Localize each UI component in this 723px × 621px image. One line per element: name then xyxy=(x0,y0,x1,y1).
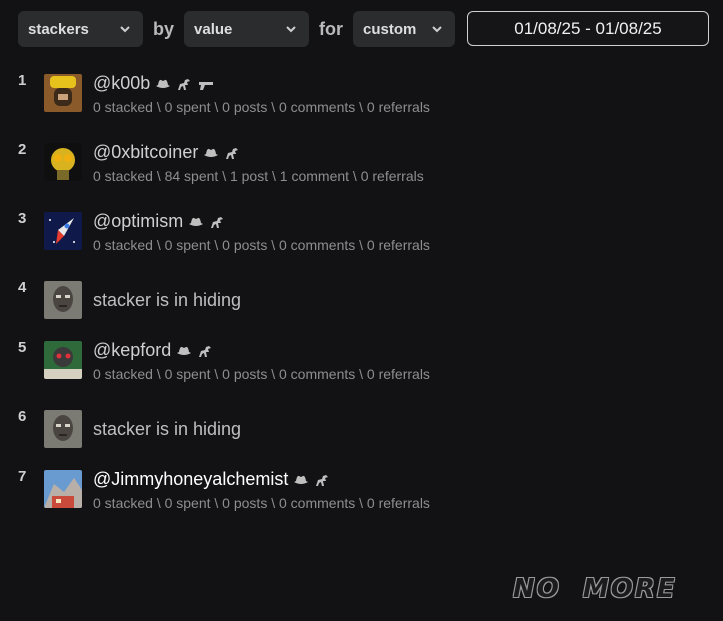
cowboy-hat-icon xyxy=(177,346,192,355)
username-link[interactable]: @0xbitcoiner xyxy=(93,142,240,163)
rank-number: 1 xyxy=(18,72,27,89)
user-stats: 0 stacked \ 84 spent \ 1 post \ 1 commen… xyxy=(93,168,424,184)
rank-number: 3 xyxy=(18,210,27,227)
horse-icon xyxy=(199,345,212,357)
rank-number: 6 xyxy=(18,408,27,425)
rank-number: 5 xyxy=(18,339,27,356)
horse-icon xyxy=(178,78,191,90)
username: @optimism xyxy=(93,211,184,231)
hidden-stacker-text: stacker is in hiding xyxy=(93,290,242,310)
period-select[interactable]: custom xyxy=(353,11,456,47)
avatar[interactable] xyxy=(44,470,82,508)
rank-number: 7 xyxy=(18,468,27,485)
username: @Jimmyhoneyalchemist xyxy=(93,469,289,489)
cowboy-hat-icon xyxy=(294,475,309,484)
user-stats: 0 stacked \ 0 spent \ 0 posts \ 0 commen… xyxy=(93,237,430,253)
avatar[interactable] xyxy=(44,74,82,112)
hidden-stacker-text: stacker is in hiding xyxy=(93,419,242,439)
username: @0xbitcoiner xyxy=(93,142,199,162)
horse-icon xyxy=(211,216,224,228)
no-more-word-2: MORE xyxy=(582,574,677,604)
list-item: 2 @0xbitcoiner 0 stacked \ 84 spent \ 1 … xyxy=(0,141,723,185)
date-range-value: 01/08/25 - 01/08/25 xyxy=(514,18,662,38)
avatar[interactable] xyxy=(44,341,82,379)
chevron-down-icon xyxy=(119,23,131,35)
gun-icon xyxy=(199,81,214,90)
stackers-select-label: stackers xyxy=(28,20,89,38)
list-item: 3 @optimism 0 stacked \ 0 spent \ 0 post… xyxy=(0,210,723,254)
list-item: 5 @kepford 0 stacked \ 0 spent \ 0 posts… xyxy=(0,339,723,383)
list-item: 4 stacker is in hiding xyxy=(0,279,723,323)
anon-avatar xyxy=(44,281,82,319)
username-link[interactable]: @optimism xyxy=(93,211,225,232)
cowboy-hat-icon xyxy=(189,217,204,226)
chevron-down-icon xyxy=(431,23,443,35)
user-stats: 0 stacked \ 0 spent \ 0 posts \ 0 commen… xyxy=(93,366,430,382)
username-link[interactable]: @Jimmyhoneyalchemist xyxy=(93,469,330,490)
value-select[interactable]: value xyxy=(184,11,310,47)
username-link[interactable]: @kepford xyxy=(93,340,213,361)
avatar[interactable] xyxy=(44,212,82,250)
value-select-label: value xyxy=(194,20,233,38)
for-label: for xyxy=(319,18,344,39)
period-select-label: custom xyxy=(363,20,417,38)
list-item: 7 @Jimmyhoneyalchemist 0 stacked \ 0 spe… xyxy=(0,468,723,512)
horse-icon xyxy=(226,147,239,159)
user-stats: 0 stacked \ 0 spent \ 0 posts \ 0 commen… xyxy=(93,495,430,511)
no-more-end-marker: NO MORE xyxy=(513,574,699,604)
rank-number: 2 xyxy=(18,141,27,158)
chevron-down-icon xyxy=(285,23,297,35)
username: @k00b xyxy=(93,73,151,93)
by-label: by xyxy=(153,18,175,39)
cowboy-hat-icon xyxy=(156,79,171,88)
avatar[interactable] xyxy=(44,143,82,181)
horse-icon xyxy=(316,474,329,486)
username: @kepford xyxy=(93,340,172,360)
user-stats: 0 stacked \ 0 spent \ 0 posts \ 0 commen… xyxy=(93,99,430,115)
filters-bar: stackers by value for custom xyxy=(18,11,456,47)
username-link[interactable]: @k00b xyxy=(93,73,216,94)
no-more-word-1: NO xyxy=(513,574,561,604)
rank-number: 4 xyxy=(18,279,27,296)
stackers-select[interactable]: stackers xyxy=(18,11,143,47)
list-item: 1 @k00b 0 stacked \ 0 spent \ 0 posts \ … xyxy=(0,72,723,116)
cowboy-hat-icon xyxy=(204,148,219,157)
anon-avatar xyxy=(44,410,82,448)
date-range-input[interactable]: 01/08/25 - 01/08/25 xyxy=(467,11,709,46)
list-item: 6 stacker is in hiding xyxy=(0,408,723,452)
